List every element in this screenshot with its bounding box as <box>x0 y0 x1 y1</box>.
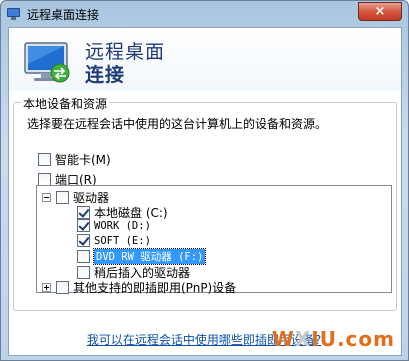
expand-icon[interactable] <box>42 283 51 292</box>
tree-item-drive-f[interactable]: DVD RW 驱动器 (F:) <box>77 248 207 265</box>
drive-c-checkbox[interactable] <box>77 206 90 219</box>
watermark-logo: WXIU.com <box>271 327 395 351</box>
drive-f-label: DVD RW 驱动器 (F:) <box>92 248 207 265</box>
title-bar[interactable]: 远程桌面连接 × <box>1 1 408 27</box>
devices-tree[interactable]: 驱动器 本地磁盘 (C:) WORK (D:) SOFT (E:) DVD RW… <box>36 185 392 296</box>
group-description: 选择要在远程会话中使用的这台计算机上的设备和资源。 <box>27 117 328 131</box>
remote-desktop-window: 远程桌面连接 × 远程桌面 连接 本地设备和资源 选择要在远程会话中使用的这台计… <box>0 0 409 361</box>
close-button[interactable]: × <box>358 2 402 21</box>
dialog-content: 远程桌面 连接 本地设备和资源 选择要在远程会话中使用的这台计算机上的设备和资源… <box>8 27 402 356</box>
smartcard-checkbox[interactable] <box>38 153 51 166</box>
collapse-icon[interactable] <box>42 193 51 202</box>
group-legend: 本地设备和资源 <box>21 95 110 112</box>
later-drives-checkbox[interactable] <box>77 266 90 279</box>
monitor-connect-icon <box>24 42 70 83</box>
tree-item-pnp-devices[interactable]: 其他支持的即插即用(PnP)设备 <box>42 279 236 296</box>
banner: 远程桌面 连接 <box>9 28 401 91</box>
tree-item-drive-d[interactable]: WORK (D:) <box>77 219 151 232</box>
drive-e-label: SOFT (E:) <box>94 234 151 247</box>
window-title: 远程桌面连接 <box>27 7 100 22</box>
drives-checkbox[interactable] <box>56 191 69 204</box>
drive-d-checkbox[interactable] <box>77 219 90 232</box>
pnp-label: 其他支持的即插即用(PnP)设备 <box>73 281 237 295</box>
tree-item-drive-e[interactable]: SOFT (E:) <box>77 234 151 247</box>
drive-e-checkbox[interactable] <box>77 234 90 247</box>
smartcard-option[interactable]: 智能卡(M) <box>38 151 111 168</box>
smartcard-label: 智能卡(M) <box>55 153 111 167</box>
close-icon: × <box>374 4 386 19</box>
banner-title-line2: 连接 <box>85 64 126 86</box>
remote-desktop-icon <box>7 8 21 20</box>
drive-f-checkbox[interactable] <box>77 250 90 263</box>
pnp-checkbox[interactable] <box>56 281 69 294</box>
drive-d-label: WORK (D:) <box>94 219 151 232</box>
